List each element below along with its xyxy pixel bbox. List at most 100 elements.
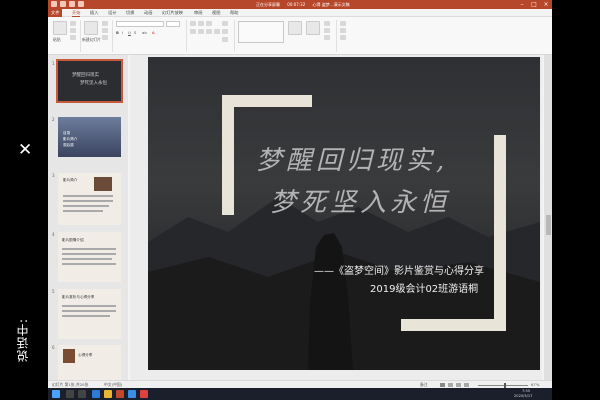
ribbon-tabs: 文件 开始 插入 设计 切换 动画 幻灯片放映 审阅 视图 帮助 <box>48 9 552 17</box>
clock-date: 2020/5/17 <box>514 394 533 398</box>
font-size-box[interactable] <box>166 21 180 27</box>
indent-icon[interactable] <box>206 21 212 26</box>
share-timer: 00:07:32 <box>287 2 306 7</box>
thumb-number: 4 <box>52 232 55 237</box>
thumbnail-slide-6[interactable]: 心得分享 <box>58 345 121 380</box>
align-left-icon[interactable] <box>190 29 196 34</box>
redo-icon[interactable] <box>78 1 84 7</box>
thumbnail-slide-5[interactable]: 影片赏析与心得分享 <box>58 289 121 339</box>
strikethrough-icon[interactable]: ab <box>142 30 147 35</box>
tab-transitions[interactable]: 切换 <box>126 10 134 16</box>
slide-sorter-icon[interactable] <box>448 383 453 387</box>
ribbon: 粘贴 新建幻灯片 B I U S ab A <box>48 17 552 55</box>
slideshow-icon[interactable] <box>464 383 469 387</box>
tab-view[interactable]: 视图 <box>212 10 220 16</box>
screen-share: 正在分享屏幕 00:07:32 心得 盗梦...演示文稿 – □ × 文件 开始… <box>48 0 552 400</box>
thumb-text: 影片简介 <box>63 137 78 141</box>
align-center-icon[interactable] <box>198 29 204 34</box>
shadow-icon[interactable]: S <box>134 30 136 35</box>
quick-styles-icon[interactable] <box>306 21 320 35</box>
align-right-icon[interactable] <box>206 29 212 34</box>
tab-animations[interactable]: 动画 <box>144 10 152 16</box>
close-icon[interactable]: ✕ <box>18 140 32 160</box>
thumbnail-slide-1[interactable]: 梦醒回归现实 梦死坚入永恒 <box>56 59 123 103</box>
speaking-status: 说话中: <box>16 318 30 363</box>
frame-corner-right <box>494 135 506 331</box>
thumb-image <box>94 177 112 191</box>
task-view-icon[interactable] <box>78 390 86 398</box>
close-window-icon[interactable]: × <box>540 0 552 9</box>
browser-icon[interactable] <box>92 390 100 398</box>
undo-icon[interactable] <box>69 1 75 7</box>
tab-help[interactable]: 帮助 <box>230 10 238 16</box>
text-direction-icon[interactable] <box>222 21 228 26</box>
reading-view-icon[interactable] <box>456 383 461 387</box>
powerpoint-icon[interactable] <box>116 390 124 398</box>
numbering-icon[interactable] <box>198 21 204 26</box>
app-icon[interactable] <box>140 390 148 398</box>
slide-thumbnails: 1 梦醒回归现实 梦死坚入永恒 2 目录 影片简介 观后感 3 影片简介 4 影… <box>48 55 128 380</box>
file-explorer-icon[interactable] <box>104 390 112 398</box>
reset-icon[interactable] <box>102 28 108 33</box>
replace-icon[interactable] <box>340 28 346 33</box>
bullets-icon[interactable] <box>190 21 196 26</box>
thumb-number: 5 <box>52 289 55 294</box>
thumb-text: 影片简介 <box>63 178 78 182</box>
align-text-icon[interactable] <box>222 29 228 34</box>
thumb-text: 影片赏析与心得分享 <box>62 295 95 299</box>
shape-outline-icon[interactable] <box>324 28 330 33</box>
tab-insert[interactable]: 插入 <box>90 10 98 16</box>
zoom-slider[interactable] <box>478 385 528 386</box>
autosave-icon[interactable] <box>51 1 57 7</box>
windows-taskbar: 7:55 2020/5/17 <box>48 388 552 400</box>
justify-icon[interactable] <box>214 29 220 34</box>
minimize-icon[interactable]: – <box>516 0 528 9</box>
smartart-icon[interactable] <box>222 37 228 42</box>
zoom-level[interactable]: 67% <box>531 382 539 387</box>
thumb-text: 梦死坚入永恒 <box>80 81 107 86</box>
underline-icon[interactable]: U <box>128 30 131 35</box>
save-icon[interactable] <box>60 1 66 7</box>
maximize-icon[interactable]: □ <box>528 0 540 9</box>
tab-slideshow[interactable]: 幻灯片放映 <box>162 10 183 16</box>
find-icon[interactable] <box>340 21 346 26</box>
bold-icon[interactable]: B <box>116 30 119 35</box>
select-icon[interactable] <box>340 35 346 40</box>
shape-effects-icon[interactable] <box>324 35 330 40</box>
paste-icon[interactable] <box>53 21 67 35</box>
tab-file[interactable]: 文件 <box>48 9 63 17</box>
windows-start-icon[interactable] <box>52 390 60 398</box>
call-overlay: ✕ 说话中: <box>0 0 48 400</box>
layout-icon[interactable] <box>102 21 108 26</box>
normal-view-icon[interactable] <box>440 383 445 387</box>
arrange-icon[interactable] <box>288 21 302 35</box>
current-slide[interactable]: 梦醒回归现实, 梦死坚入永恒 ——《盗梦空间》影片鉴赏与心得分享 2019级会计… <box>148 57 540 370</box>
app-icon[interactable] <box>128 390 136 398</box>
shapes-gallery[interactable] <box>238 21 284 43</box>
font-color-icon[interactable]: A <box>152 30 155 35</box>
thumb-text: 心得分享 <box>78 353 93 357</box>
paste-label: 粘贴 <box>53 37 61 42</box>
clock-time: 7:55 <box>522 389 531 393</box>
new-slide-icon[interactable] <box>84 21 98 35</box>
shape-fill-icon[interactable] <box>324 21 330 26</box>
section-icon[interactable] <box>102 35 108 40</box>
thumbnail-slide-4[interactable]: 影片剧情介绍 <box>58 232 121 282</box>
copy-icon[interactable] <box>70 28 76 33</box>
search-icon[interactable] <box>66 390 74 398</box>
italic-icon[interactable]: I <box>122 30 123 35</box>
thumbnail-slide-3[interactable]: 影片简介 <box>58 173 121 225</box>
frame-corner-left <box>222 95 234 215</box>
cut-icon[interactable] <box>70 21 76 26</box>
thumb-number: 3 <box>52 173 55 178</box>
tab-review[interactable]: 审阅 <box>194 10 202 16</box>
thumb-image <box>63 349 75 363</box>
font-name-box[interactable] <box>116 21 164 27</box>
format-painter-icon[interactable] <box>70 35 76 40</box>
status-bar: 幻灯片 第1张,共20张 中文(中国) 备注 67% <box>48 380 552 388</box>
vertical-scrollbar[interactable] <box>544 55 552 380</box>
scroll-thumb[interactable] <box>546 215 551 235</box>
thumbnail-slide-2[interactable]: 目录 影片简介 观后感 <box>58 117 121 157</box>
tab-home[interactable]: 开始 <box>72 10 81 17</box>
tab-design[interactable]: 设计 <box>108 10 116 16</box>
